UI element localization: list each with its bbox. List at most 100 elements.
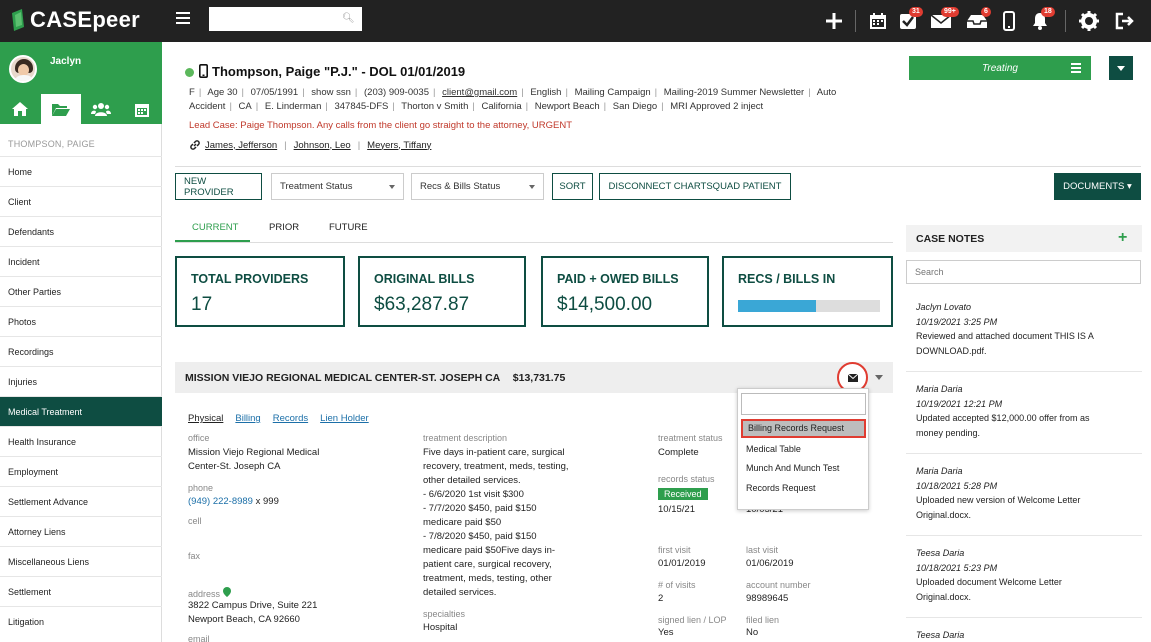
sidebar-item-other-parties[interactable]: Other Parties (0, 276, 162, 306)
person-link-meyers[interactable]: Meyers, Tiffany (367, 140, 431, 151)
settings-gear-icon[interactable] (1078, 10, 1100, 32)
recs-bills-status-select-label: Recs & Bills Status (420, 181, 501, 192)
sidebar-item-settlement[interactable]: Settlement (0, 576, 162, 606)
show-ssn-link[interactable]: show ssn (311, 87, 351, 98)
dropdown-item-munch-test[interactable]: Munch And Munch Test (741, 460, 866, 479)
case-caption: Thorton v Smith (401, 101, 469, 112)
link-icon (190, 140, 200, 150)
dropdown-item-records-request[interactable]: Records Request (741, 480, 866, 499)
sidebar-tab-contacts[interactable] (81, 94, 122, 124)
tab-future[interactable]: FUTURE (329, 222, 368, 233)
map-pin-icon[interactable] (222, 587, 231, 597)
case-status-label: Treating (982, 62, 1018, 74)
link-physical[interactable]: Physical (188, 413, 223, 424)
documents-button[interactable]: DOCUMENTS ▾ (1054, 173, 1141, 200)
sidebar-item-incident[interactable]: Incident (0, 246, 162, 276)
sidebar-tab-home[interactable] (0, 94, 41, 124)
sidebar-item-health-insurance[interactable]: Health Insurance (0, 426, 162, 456)
tab-current[interactable]: CURRENT (192, 222, 238, 233)
sidebar-item-miscellaneous-liens[interactable]: Miscellaneous Liens (0, 546, 162, 576)
sidebar-item-settlement-advance[interactable]: Settlement Advance (0, 486, 162, 516)
mail-icon[interactable]: 99+ (930, 7, 959, 32)
sidebar-item-home[interactable]: Home (0, 156, 162, 186)
mobile-phone-icon (199, 64, 208, 78)
person-link-johnson[interactable]: Johnson, Leo (294, 140, 351, 151)
logout-icon[interactable] (1114, 10, 1136, 32)
link-lien-holder[interactable]: Lien Holder (320, 413, 369, 424)
dropdown-item-medical-table[interactable]: Medical Table (741, 441, 866, 460)
case-status-button[interactable]: Treating (909, 56, 1091, 80)
provider-name-text: MISSION VIEJO REGIONAL MEDICAL CENTER-ST… (185, 372, 500, 384)
filed-lien-value: No (746, 627, 759, 638)
address-label-text: address (188, 589, 221, 599)
mobile-phone-icon[interactable] (998, 10, 1020, 32)
sidebar-item-employment[interactable]: Employment (0, 456, 162, 486)
office-label: office (188, 433, 210, 443)
case-note-item[interactable]: Jaclyn Lovato 10/19/2021 3:25 PM Reviewe… (916, 300, 1136, 358)
case-number: 347845-DFS (334, 101, 389, 112)
notifications-bell-icon[interactable]: 18 (1029, 7, 1055, 32)
treatment-desc-line: - 7/8/2020 $450, paid $150 (423, 531, 537, 542)
inbox-badge: 6 (981, 7, 991, 17)
dropdown-search-input[interactable] (741, 393, 866, 415)
provider-expand-caret-icon[interactable] (875, 375, 883, 380)
person-link-jefferson[interactable]: James, Jefferson (205, 140, 277, 151)
note-author: Maria Daria (916, 466, 963, 476)
sidebar-item-defendants[interactable]: Defendants (0, 216, 162, 246)
case-status-dropdown-button[interactable] (1109, 56, 1133, 80)
tab-prior[interactable]: PRIOR (269, 222, 299, 233)
office-value-line-2: Center-St. Joseph CA (188, 461, 281, 472)
link-records[interactable]: Records (273, 413, 308, 424)
case-notes-search-input[interactable] (906, 260, 1141, 284)
client-age: Age 30 (207, 87, 238, 98)
recs-bills-progress-bar (738, 300, 880, 312)
global-search-input[interactable] (209, 7, 362, 31)
sidebar-item-injuries[interactable]: Injuries (0, 366, 162, 396)
note-text: Updated accepted $12,000.00 offer from a… (916, 413, 1090, 423)
client-language: English (530, 87, 562, 98)
casepeer-logo[interactable]: CASEpeer (10, 7, 140, 33)
case-note-item[interactable]: Maria Daria 10/18/2021 5:28 PM Uploaded … (916, 464, 1136, 522)
records-status-label: records status (658, 474, 715, 484)
recs-bills-status-select[interactable]: Recs & Bills Status (411, 173, 544, 200)
sort-button[interactable]: SORT (552, 173, 593, 200)
sidebar-tab-calendar[interactable] (122, 94, 163, 124)
calendar-icon[interactable] (867, 10, 889, 32)
disconnect-chartsquad-button[interactable]: DISCONNECT CHARTSQUAD PATIENT (599, 173, 791, 200)
account-number-label: account number (746, 580, 811, 590)
sidebar-item-attorney-liens[interactable]: Attorney Liens (0, 516, 162, 546)
link-billing[interactable]: Billing (235, 413, 260, 424)
tasks-icon[interactable]: 31 (897, 7, 923, 32)
add-icon[interactable] (823, 10, 845, 32)
hamburger-menu-icon[interactable] (176, 12, 190, 26)
sidebar-item-medical-treatment[interactable]: Medical Treatment (0, 396, 162, 426)
add-note-plus-icon[interactable]: + (1118, 230, 1127, 246)
note-text: Reviewed and attached document THIS IS A (916, 331, 1094, 341)
sidebar-nav: Home Client Defendants Incident Other Pa… (0, 156, 162, 636)
case-note-item[interactable]: Teesa Daria (916, 628, 1136, 642)
treatment-status-select[interactable]: Treatment Status (271, 173, 404, 200)
search-icon[interactable]: 🔍︎ (342, 13, 355, 24)
logo-leaf-icon (12, 9, 24, 31)
dropdown-item-billing-records-request[interactable]: Billing Records Request (741, 419, 866, 438)
case-people: James, Jefferson | Johnson, Leo | Meyers, … (189, 139, 431, 151)
new-provider-button[interactable]: NEW PROVIDER (175, 173, 262, 200)
caret-down-icon (1117, 65, 1125, 71)
sidebar-item-client[interactable]: Client (0, 186, 162, 216)
case-note-item[interactable]: Maria Daria 10/19/2021 12:21 PM Updated … (916, 382, 1136, 440)
envelope-icon (847, 373, 858, 382)
client-email-link[interactable]: client@gmail.com (442, 87, 517, 98)
provider-tabs: CURRENT PRIOR FUTURE (175, 212, 893, 243)
top-navbar: CASEpeer 🔍︎ 31 99+ 6 18 (0, 0, 1151, 42)
client-phone[interactable]: (203) 909-0035 (364, 87, 429, 98)
sidebar-item-recordings[interactable]: Recordings (0, 336, 162, 366)
user-avatar[interactable] (9, 55, 37, 83)
sidebar-item-photos[interactable]: Photos (0, 306, 162, 336)
sidebar-tab-case-folder[interactable] (40, 94, 81, 124)
provider-amount: $13,731.75 (512, 372, 566, 384)
case-note-item[interactable]: Teesa Daria 10/18/2021 5:23 PM Uploaded … (916, 546, 1136, 604)
inbox-icon[interactable]: 6 (966, 7, 991, 32)
provider-phone-link[interactable]: (949) 222-8989 (188, 496, 253, 507)
sidebar-item-litigation[interactable]: Litigation (0, 606, 162, 636)
case-county: San Diego (612, 101, 658, 112)
